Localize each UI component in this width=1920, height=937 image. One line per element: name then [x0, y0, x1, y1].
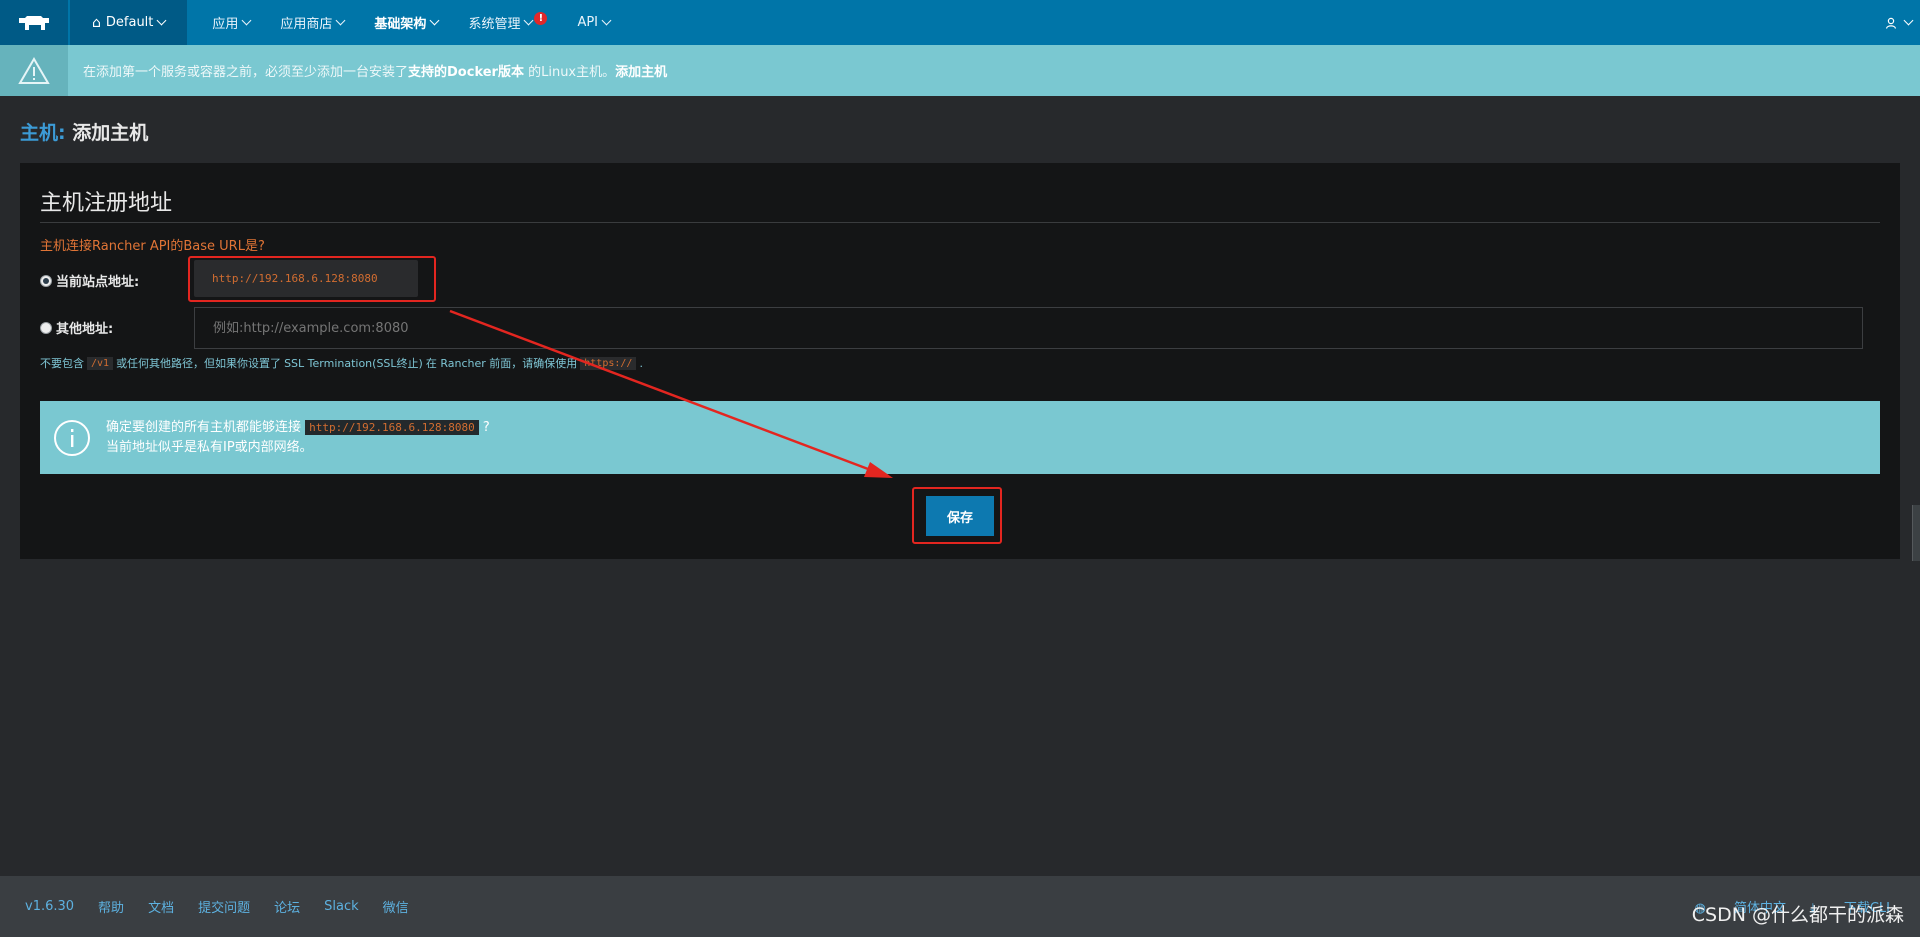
annotation-arrow: [449, 309, 893, 478]
footer-link-issue[interactable]: 提交问题: [198, 897, 250, 916]
footer-link-wechat[interactable]: 微信: [383, 897, 409, 916]
footer-link-docs[interactable]: 文档: [148, 897, 174, 916]
scroll-indicator[interactable]: [1912, 505, 1920, 561]
footer: v1.6.30 帮助 文档 提交问题 论坛 Slack 微信 ◍ 简体中文 ⤓ …: [0, 876, 1920, 937]
footer-link-version[interactable]: v1.6.30: [25, 899, 74, 914]
footer-link-forum[interactable]: 论坛: [274, 897, 300, 916]
footer-link-help[interactable]: 帮助: [98, 897, 124, 916]
footer-link-slack[interactable]: Slack: [324, 899, 359, 914]
csdn-watermark: CSDN @什么都干的派森: [1691, 904, 1904, 926]
